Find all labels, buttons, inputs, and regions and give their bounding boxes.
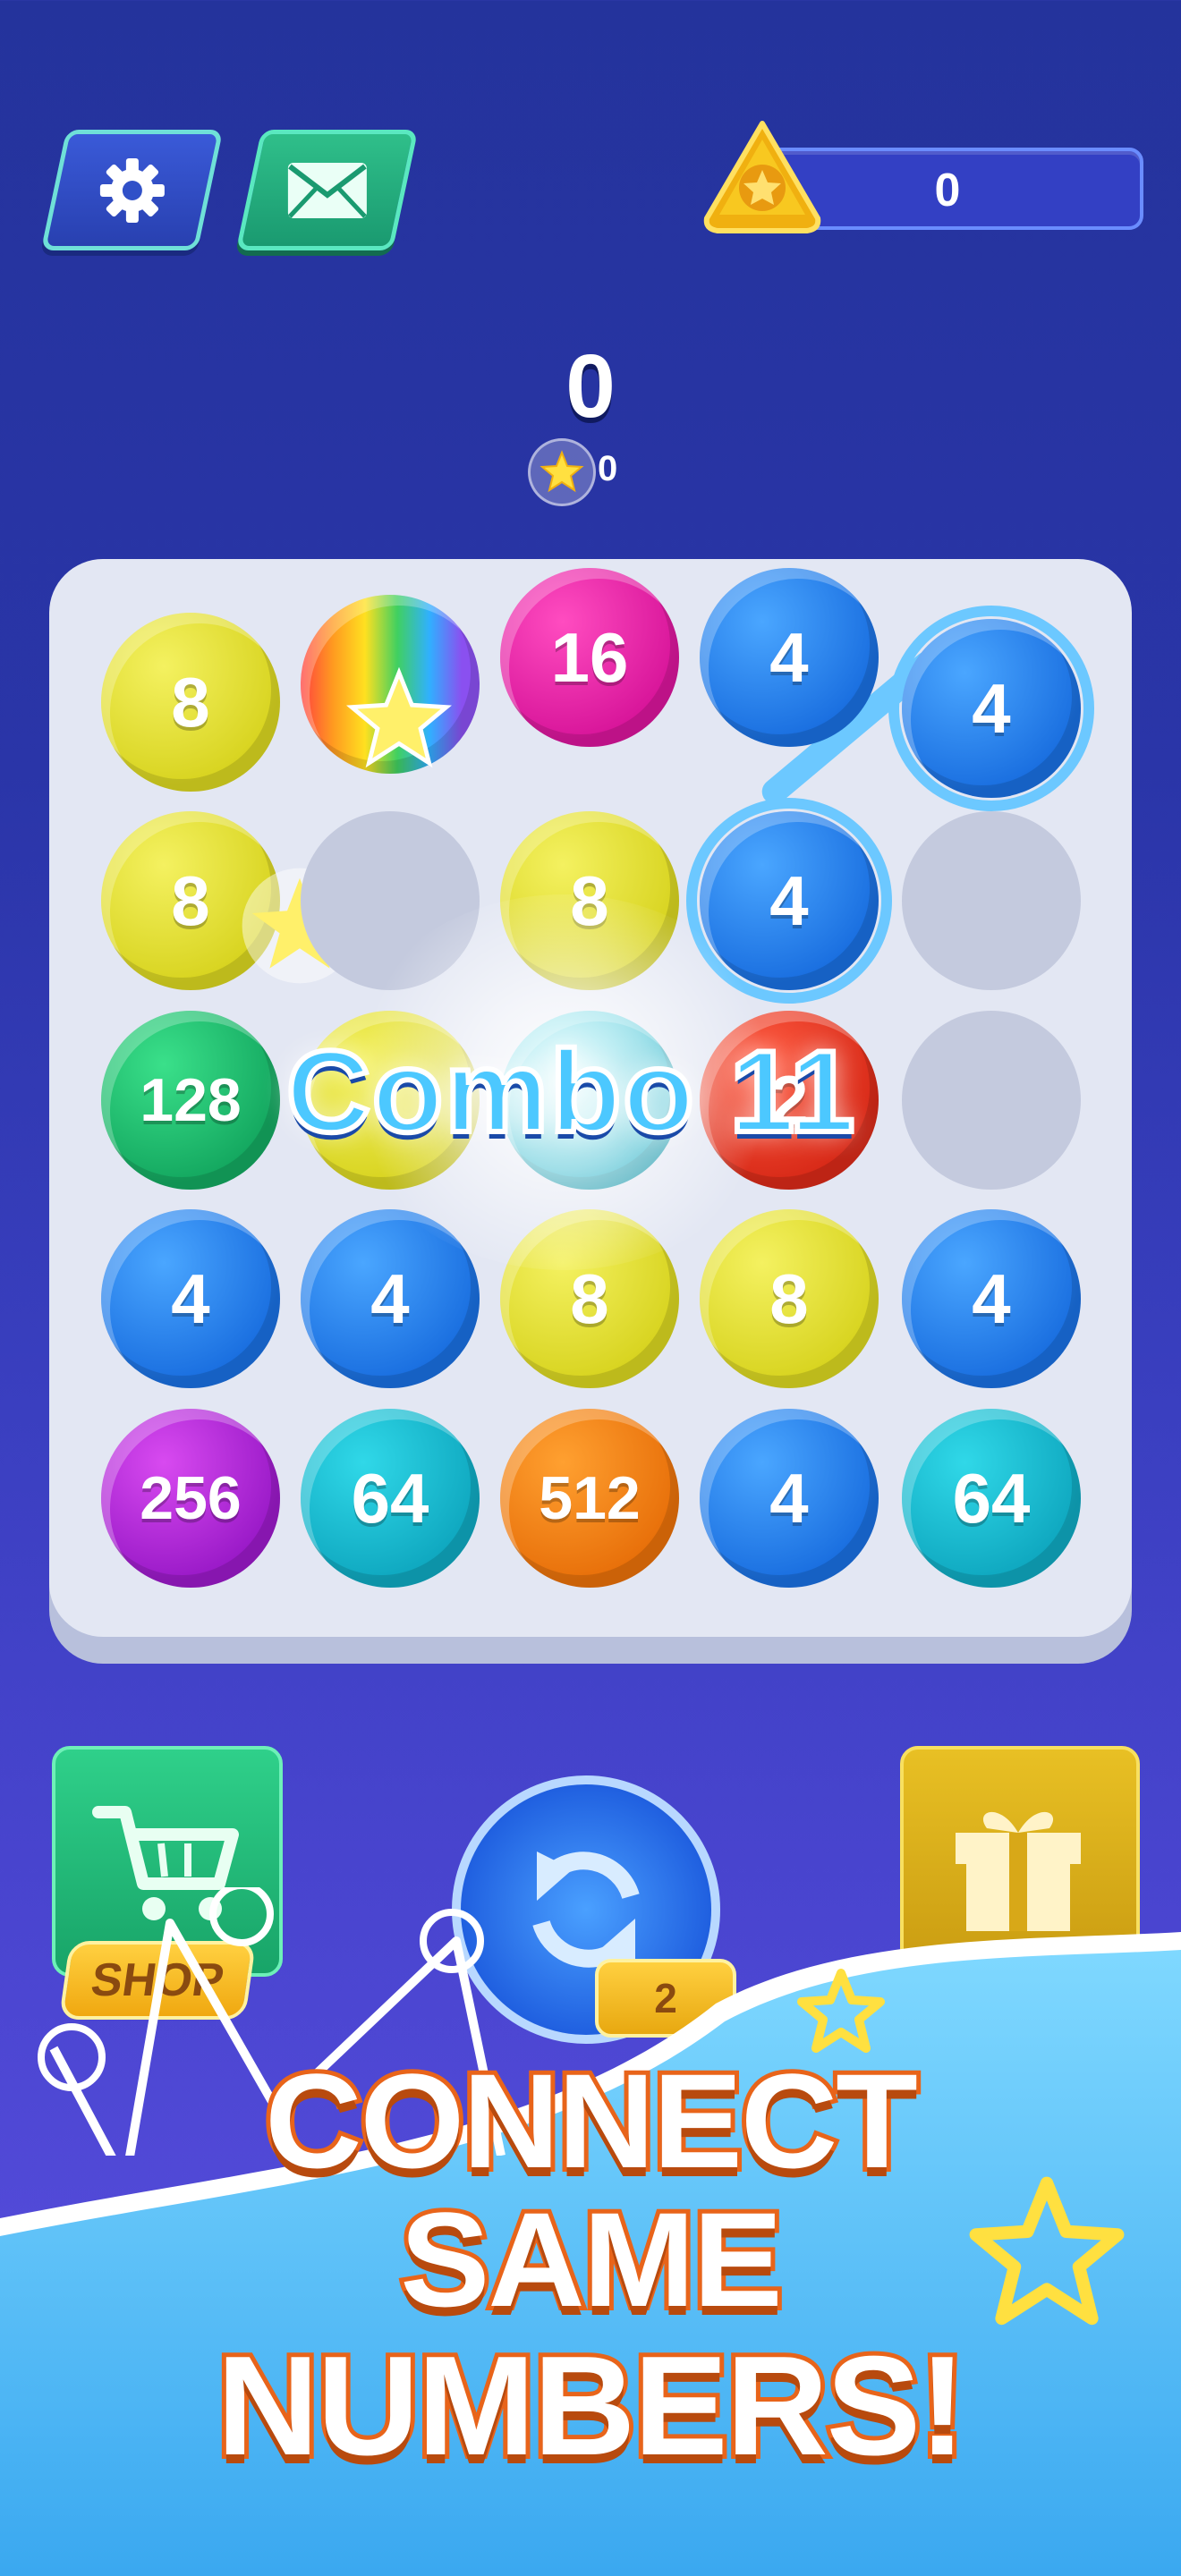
- promo-line-1: CONNECT: [260, 2041, 922, 2200]
- promo-line-3: NUMBERS!: [212, 2323, 970, 2489]
- ball[interactable]: 4: [902, 1209, 1081, 1388]
- ball[interactable]: 512: [500, 1409, 679, 1588]
- empty-slot: [902, 1011, 1081, 1190]
- envelope-icon: [287, 162, 367, 218]
- ball[interactable]: 16: [500, 568, 679, 747]
- ball[interactable]: 64: [902, 1409, 1081, 1588]
- ball[interactable]: 8: [700, 1209, 879, 1388]
- ball[interactable]: 4: [902, 619, 1081, 798]
- ball[interactable]: 256: [101, 1409, 280, 1588]
- settings-button[interactable]: [40, 130, 224, 250]
- gold-star-badge-icon: [703, 121, 821, 233]
- gear-icon: [99, 157, 165, 223]
- ball[interactable]: 128: [101, 1011, 280, 1190]
- empty-slot: [902, 811, 1081, 990]
- current-score: 0: [565, 336, 616, 436]
- rainbow-ball[interactable]: [301, 595, 480, 774]
- ball[interactable]: 64: [301, 1409, 480, 1588]
- promo-line-2: SAME: [395, 2180, 786, 2339]
- ball[interactable]: 4: [700, 1409, 879, 1588]
- star-bubble-icon: [528, 438, 596, 506]
- star-icon: [346, 666, 452, 768]
- combo-text: Combo 11: [284, 1023, 857, 1159]
- ball[interactable]: 8: [101, 613, 280, 792]
- ball[interactable]: 4: [700, 568, 879, 747]
- star-count: 0: [598, 449, 618, 488]
- ball[interactable]: 4: [101, 1209, 280, 1388]
- mail-button[interactable]: [235, 130, 419, 250]
